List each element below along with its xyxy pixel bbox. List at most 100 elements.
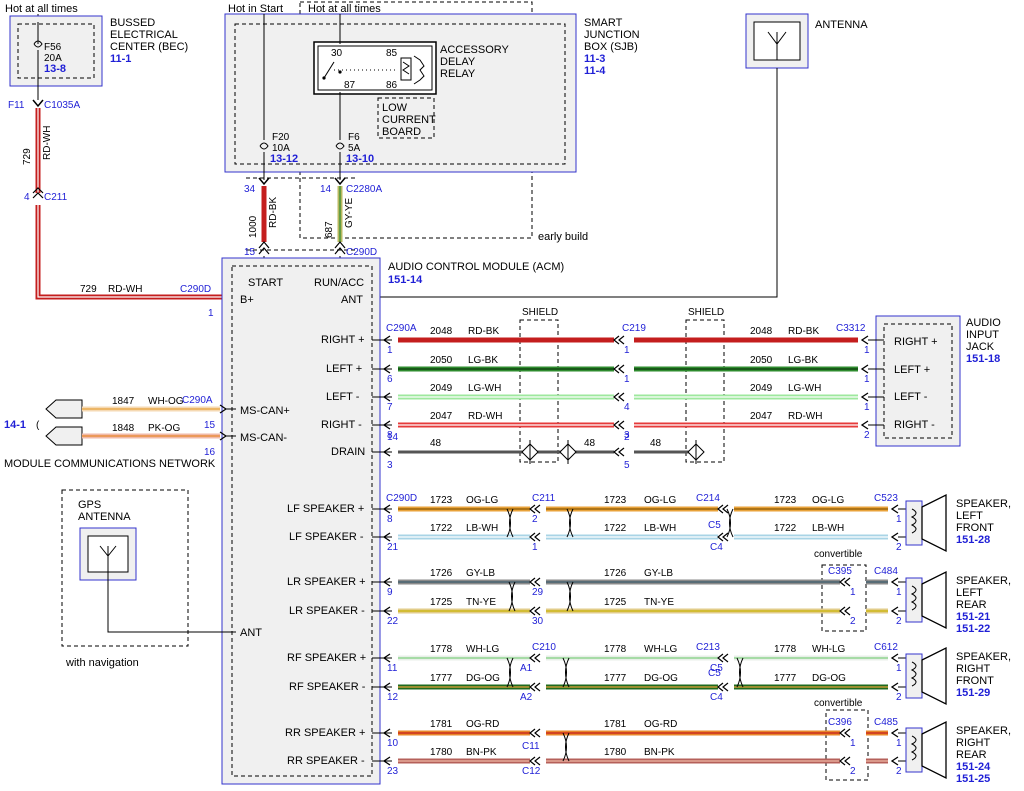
spk-0-pin-l2: 21 [387, 542, 399, 553]
sjb-ref-2: 11-4 [584, 65, 606, 77]
speaker-lf-ref-0: 151-28 [956, 534, 990, 546]
acm-runacc: RUN/ACC [314, 277, 364, 289]
relay-title-2: DELAY [440, 56, 476, 68]
spk-2-pin-r2: C4 [710, 692, 723, 703]
drain-pin-5: 5 [624, 460, 630, 471]
spk-1-col-m-0: GY-LB [644, 568, 673, 579]
spk-0-conn-m: C211 [532, 493, 556, 504]
speaker-lr-box [905, 577, 923, 623]
pin-15-mscan: 15 [204, 420, 216, 431]
spk-1-twist-1 [508, 581, 516, 612]
hot-in-start-label: Hot in Start [228, 3, 283, 15]
jack-left-minus: LEFT - [894, 391, 928, 403]
spk-1-col-l-0: GY-LB [466, 568, 495, 579]
spk-1-end-arrow-0 [890, 577, 899, 587]
speaker-rr-title-1: RIGHT [956, 737, 991, 749]
jack-wire-id-r-0: 2048 [750, 326, 773, 337]
spk-3-mid-conn-0 [529, 728, 541, 738]
fuse-f20: F20 [272, 132, 290, 143]
spk-0-pin-r2: C4 [710, 542, 723, 553]
wire-687-id: 687 [324, 221, 335, 238]
jack-ref: 151-18 [966, 353, 1000, 365]
spk-2-end-arrow-1 [890, 682, 899, 692]
spk-3-pin-m2: C12 [522, 766, 541, 777]
drain-pin-3: 3 [387, 460, 393, 471]
spk-2-pin-e2: 2 [896, 692, 902, 703]
relay-pin-86: 86 [386, 80, 398, 91]
spk-2-conn2-0 [717, 653, 729, 663]
acm-rf-plus: RF SPEAKER + [287, 652, 366, 664]
drain-id-1: 48 [430, 438, 442, 449]
jack-pin-l-1: 6 [387, 374, 393, 385]
spk-0-mid-conn-0 [529, 504, 541, 514]
spk-3-pin-r1: 1 [850, 738, 856, 749]
jack-wire-col-l-0: RD-BK [468, 326, 499, 337]
jack-pin-m-2: 4 [624, 402, 630, 413]
jack-pin-r-1: 1 [864, 374, 870, 385]
spk-2-col-l-0: WH-LG [466, 644, 500, 655]
jack-left-plus: LEFT + [894, 364, 930, 376]
spk-3-end-arrow-1 [890, 756, 899, 766]
spk-0-twist-3 [726, 508, 734, 538]
wire-1847-id: 1847 [112, 396, 135, 407]
relay-title-3: RELAY [440, 68, 476, 80]
lcb-2: CURRENT [382, 114, 436, 126]
spk-3-end-arrow-0 [890, 728, 899, 738]
wire-729-color: RD-WH [42, 126, 53, 160]
spk-0-twist-2 [566, 508, 574, 538]
speaker-rr-box [905, 727, 923, 773]
spk-1-id-m-1: 1725 [604, 597, 627, 608]
spk-3-conv-conn-0 [839, 728, 851, 738]
gps-title-1: GPS [78, 499, 101, 511]
acm-rf-minus: RF SPEAKER - [289, 681, 366, 693]
c1035a-label: C1035A [44, 100, 80, 111]
antenna-label: ANTENNA [815, 19, 868, 31]
spk-0-id-l-0: 1723 [430, 495, 453, 506]
jack-wire-col-l-1: LG-BK [468, 355, 498, 366]
spk-3-conv-conn-1 [839, 756, 851, 766]
spk-2-col-m-0: WH-LG [644, 644, 678, 655]
spk-0-conn2-0 [717, 504, 729, 514]
speaker-rf-box [905, 653, 923, 699]
spk-3-mid-conn-1 [529, 756, 541, 766]
bec-title-1: BUSSED [110, 17, 155, 29]
c211-label: C211 [44, 192, 68, 203]
speaker-rr-title-0: SPEAKER, [956, 725, 1011, 737]
speaker-rr-ref-1: 151-25 [956, 773, 990, 785]
spk-3-twist-2 [562, 732, 570, 762]
drain-id-3: 48 [650, 438, 662, 449]
jack-right-plus: RIGHT + [894, 336, 938, 348]
jack-wire-id-l-2: 2049 [430, 383, 453, 394]
early-build-label: early build [538, 231, 588, 243]
spk-1-pin-m2: 30 [532, 616, 544, 627]
speaker-lr-title-0: SPEAKER, [956, 575, 1011, 587]
jack-mid-conn-3 [613, 420, 625, 430]
spk-3-id-l-0: 1781 [430, 719, 453, 730]
speaker-lr-icon [921, 570, 947, 630]
spk-2-id-l-1: 1777 [430, 673, 453, 684]
spk-3-col-l-0: OG-RD [466, 719, 499, 730]
spk-3-pin-l1: 10 [387, 738, 399, 749]
wire-687-color: GY-YE [344, 197, 355, 228]
jack-pin-l-0: 1 [387, 345, 393, 356]
mscan-plus-plug-icon [45, 399, 83, 419]
jack-title-3: JACK [966, 341, 995, 353]
spk-2-id-r-1: 1777 [774, 673, 797, 684]
c290d-bplus: C290D [180, 284, 211, 295]
bec-title-3: CENTER (BEC) [110, 41, 188, 53]
wire-729-h-color: RD-WH [108, 284, 142, 295]
spk-1-end-arrow-1 [890, 606, 899, 616]
drain-pin-2: 2 [624, 432, 630, 443]
spk-2-col-m-1: DG-OG [644, 673, 678, 684]
spk-2-conn-e: C612 [874, 642, 898, 653]
jack-title-2: INPUT [966, 329, 999, 341]
spk-0-pin-e2: 2 [896, 542, 902, 553]
speaker-lf-title-1: LEFT [956, 510, 983, 522]
mcn-brace: ( [36, 420, 40, 431]
jack-pin-l-2: 7 [387, 402, 393, 413]
jack-wire-id-l-0: 2048 [430, 326, 453, 337]
convertible-label-2: convertible [814, 698, 863, 709]
lf-c5-label: C5 [708, 520, 721, 531]
acm-left-plus: LEFT + [326, 363, 362, 375]
jack-end-arrow-1 [860, 364, 869, 374]
